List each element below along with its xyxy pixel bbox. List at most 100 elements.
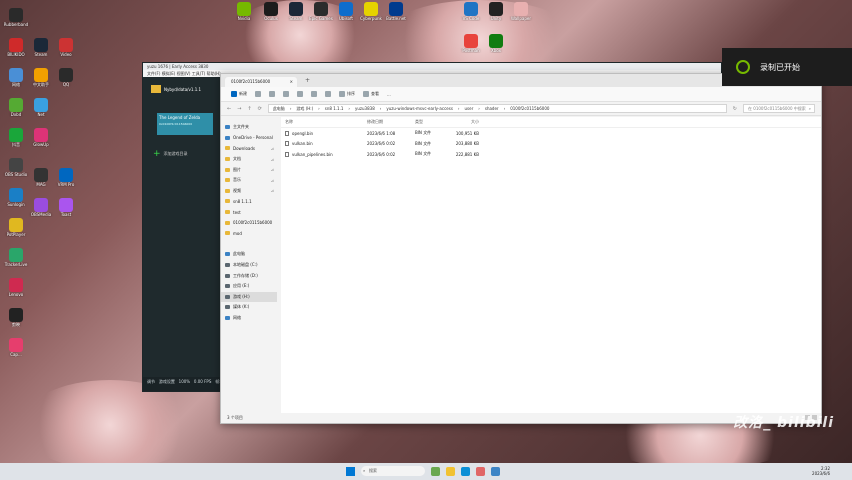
nav-item[interactable]: 此电脑	[221, 249, 277, 260]
column-date[interactable]: 修改日期	[367, 119, 415, 125]
search-input[interactable]: 在 0100f2c0115b6000 中搜索 ⌕	[743, 104, 815, 113]
desktop-icon[interactable]: Cap...	[0, 338, 32, 357]
desktop-icon[interactable]: QQ	[50, 68, 82, 87]
table-row[interactable]: vulkan_pipelines.bin 2023/6/6 0:02 BIN 文件 2…	[281, 149, 821, 160]
chevron-right-icon: ›	[457, 106, 460, 111]
system-tray[interactable]: 2:32 2023/6/6	[812, 466, 830, 476]
more-button[interactable]: ...	[387, 92, 391, 97]
desktop-icon[interactable]: 剪映	[0, 308, 32, 327]
paste-button[interactable]	[283, 91, 289, 97]
share-button[interactable]	[311, 91, 317, 97]
desktop-icon-label: Lenovo	[8, 292, 24, 297]
nav-item[interactable]: 网络	[221, 313, 277, 324]
breadcrumb-item[interactable]: 游戏 (H:)	[296, 106, 313, 112]
chrome-icon[interactable]	[476, 466, 485, 476]
nav-item[interactable]: 应用 (E:)	[221, 281, 277, 292]
nav-item[interactable]: 游戏 (H:)	[221, 291, 277, 303]
nav-item-label: 图片	[233, 166, 241, 172]
desktop-icon[interactable]: VRM Pro	[50, 168, 82, 187]
view-button[interactable]: 查看	[363, 91, 379, 97]
desktop-icon-label: VRM Pro	[57, 182, 75, 187]
start-icon[interactable]	[346, 466, 355, 476]
pc-icon	[225, 252, 230, 257]
app-icon	[34, 68, 48, 82]
refresh-icon[interactable]: ⟳	[258, 106, 262, 112]
cut-icon	[255, 91, 261, 97]
breadcrumb-item[interactable]: user	[465, 106, 474, 111]
up-icon[interactable]: ↑	[247, 106, 251, 112]
add-dir-row[interactable]: + 添加游戏目录	[153, 149, 221, 159]
nav-item[interactable]: 0100f2c0115b6000	[221, 217, 277, 228]
column-size[interactable]: 大小	[455, 119, 485, 125]
nav-item-label: 文档	[233, 156, 241, 162]
new-tab-icon[interactable]: +	[305, 77, 310, 84]
breadcrumb-item[interactable]: yuzu3838	[355, 106, 375, 111]
new-button[interactable]: 新建	[231, 91, 247, 97]
breadcrumb-item[interactable]: 此电脑	[273, 106, 285, 112]
column-name[interactable]: 名称	[285, 119, 367, 125]
app-icon	[34, 38, 48, 52]
edge-icon[interactable]	[461, 466, 470, 476]
nav-item[interactable]: 文档 ⊿	[221, 154, 277, 165]
recording-notification: 录制已开始	[722, 48, 852, 86]
nav-item[interactable]: 工作存储 (D:)	[221, 270, 277, 281]
desktop-icon[interactable]: Lenovo	[0, 278, 32, 297]
table-row[interactable]: opengl.bin 2023/6/6 1:08 BIN 文件 100,951 KB	[281, 128, 821, 139]
desktop-icon[interactable]: Net	[25, 98, 57, 117]
nav-item[interactable]: 主文件夹	[221, 122, 277, 133]
breadcrumb-item[interactable]: shader	[485, 106, 499, 111]
taskbar-search[interactable]: ⌕ 搜索	[361, 466, 425, 476]
desktop-icon[interactable]: Toast	[50, 198, 82, 217]
game-thumbnail[interactable]: The Legend of Zelda 0x0100f2c0115b6000	[157, 113, 213, 135]
nav-item[interactable]: 本地磁盘 (C:)	[221, 260, 277, 271]
pin-icon: ⊿	[270, 145, 274, 151]
breadcrumb-item[interactable]: yuzu-windows-msvc-early-access	[386, 106, 453, 111]
back-icon[interactable]: ←	[227, 106, 231, 112]
cut-button[interactable]	[255, 91, 261, 97]
nav-item[interactable]: test	[221, 207, 277, 218]
widgets-icon[interactable]	[431, 466, 440, 476]
pin-icon: ⊿	[270, 156, 274, 162]
desktop-icon[interactable]: GlowUp	[25, 128, 57, 147]
nav-item[interactable]: 媒体 (K:)	[221, 302, 277, 313]
new-icon	[231, 91, 237, 97]
nav-item[interactable]: 图片 ⊿	[221, 164, 277, 175]
desktop-icon[interactable]: Video	[50, 38, 82, 57]
delete-button[interactable]	[325, 91, 331, 97]
forward-icon[interactable]: →	[237, 106, 241, 112]
explorer-statusbar: 3 个项目	[221, 413, 821, 423]
nav-item[interactable]: 音乐 ⊿	[221, 175, 277, 186]
nav-item[interactable]: 视频 ⊿	[221, 186, 277, 197]
desktop-icon[interactable]: Battle.net	[380, 2, 412, 21]
nav-item[interactable]: mod	[221, 228, 277, 239]
nav-item[interactable]: OneDrive - Personal	[221, 133, 277, 144]
copy-button[interactable]	[269, 91, 275, 97]
app-icon[interactable]	[491, 466, 500, 476]
rename-button[interactable]	[297, 91, 303, 97]
nav-item[interactable]: sn8 1.1.1	[221, 196, 277, 207]
app-icon	[264, 2, 278, 16]
desktop-icon[interactable]: Rubberband	[0, 8, 32, 27]
address-bar[interactable]: 此电脑 › 游戏 (H:) › sn8 1.1.1 › yuzu3838 › yuzu-wind…	[267, 104, 727, 113]
desktop-icon[interactable]: TrackerLive	[0, 248, 32, 267]
explorer-tab[interactable]: 0100f2c0115b6000 ×	[225, 77, 297, 87]
column-type[interactable]: 类型	[415, 119, 455, 125]
nav-item-label: 主文件夹	[233, 124, 249, 130]
sort-button[interactable]: 排序	[339, 91, 355, 97]
file-explorer-window[interactable]: 0100f2c0115b6000 × + – □ × 新建 排序 查看 ... …	[220, 73, 822, 424]
close-icon[interactable]: ×	[290, 77, 293, 87]
desktop-icon-label: TrackerLive	[4, 262, 28, 267]
refresh-address-icon[interactable]: ↻	[733, 106, 737, 112]
table-row[interactable]: vulkan.bin 2023/6/6 0:02 BIN 文件 203,880 KB	[281, 139, 821, 150]
desktop-icon[interactable]: Wallpaper	[505, 2, 537, 21]
app-icon	[237, 2, 251, 16]
desktop-icon-label: Xbox	[491, 48, 501, 53]
desktop-icon[interactable]: Xbox	[480, 34, 512, 53]
desktop-icon[interactable]: PotPlayer	[0, 218, 32, 237]
breadcrumb-item[interactable]: 0100f2c0115b6000	[510, 106, 549, 111]
file-explorer-icon[interactable]	[446, 466, 455, 476]
nav-item[interactable]: Downloads ⊿	[221, 143, 277, 154]
desktop-icon-label: Cap...	[10, 352, 22, 357]
breadcrumb-item[interactable]: sn8 1.1.1	[325, 106, 344, 111]
game-folder-row[interactable]: Nybyd/data/v1.1.1	[151, 85, 221, 93]
